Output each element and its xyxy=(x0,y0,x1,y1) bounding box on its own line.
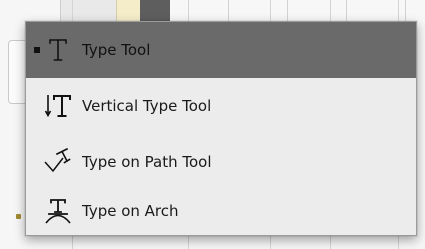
background-panel-cell xyxy=(140,0,170,22)
menu-item-label: Type Tool xyxy=(82,41,151,59)
type-on-arch-icon xyxy=(42,195,74,227)
menu-item-vertical-type-tool[interactable]: Vertical Type Tool xyxy=(26,78,416,134)
background-panel-cell xyxy=(116,0,141,22)
menu-item-label: Vertical Type Tool xyxy=(82,97,212,115)
background-panel-cell xyxy=(170,0,425,22)
menu-item-label: Type on Path Tool xyxy=(82,153,212,171)
background-marker xyxy=(16,214,21,219)
type-on-path-tool-icon xyxy=(42,146,74,178)
vertical-type-tool-icon xyxy=(42,90,74,122)
selected-indicator-icon xyxy=(34,47,40,53)
background-panel-cell xyxy=(60,0,117,22)
menu-item-type-tool[interactable]: Type Tool xyxy=(26,22,416,78)
menu-item-type-on-arch[interactable]: Type on Arch xyxy=(26,185,416,237)
menu-item-type-on-path-tool[interactable]: Type on Path Tool xyxy=(26,134,416,190)
menu-item-label: Type on Arch xyxy=(82,202,179,220)
type-tool-flyout-menu: Type Tool Vertical Type Tool Type on Pat… xyxy=(25,21,417,236)
type-tool-icon xyxy=(42,34,74,66)
